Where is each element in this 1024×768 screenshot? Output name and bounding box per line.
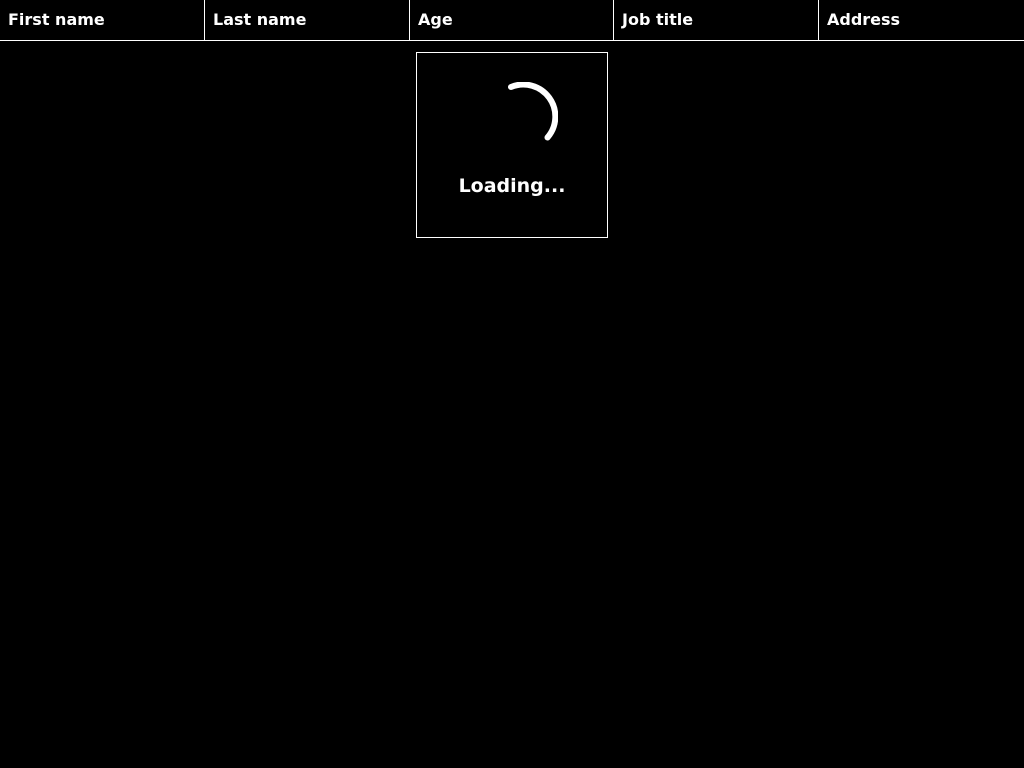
spinner-icon <box>508 82 558 141</box>
column-header-first-name[interactable]: First name <box>0 0 205 40</box>
grid-header-row: First name Last name Age Job title Addre… <box>0 0 1024 41</box>
loading-text: Loading... <box>458 175 566 197</box>
column-header-job-title[interactable]: Job title <box>614 0 819 40</box>
column-header-last-name[interactable]: Last name <box>205 0 410 40</box>
data-grid: First name Last name Age Job title Addre… <box>0 0 1024 768</box>
column-header-age[interactable]: Age <box>410 0 614 40</box>
loading-overlay: Loading... <box>416 52 608 238</box>
column-header-address[interactable]: Address <box>819 0 1024 40</box>
